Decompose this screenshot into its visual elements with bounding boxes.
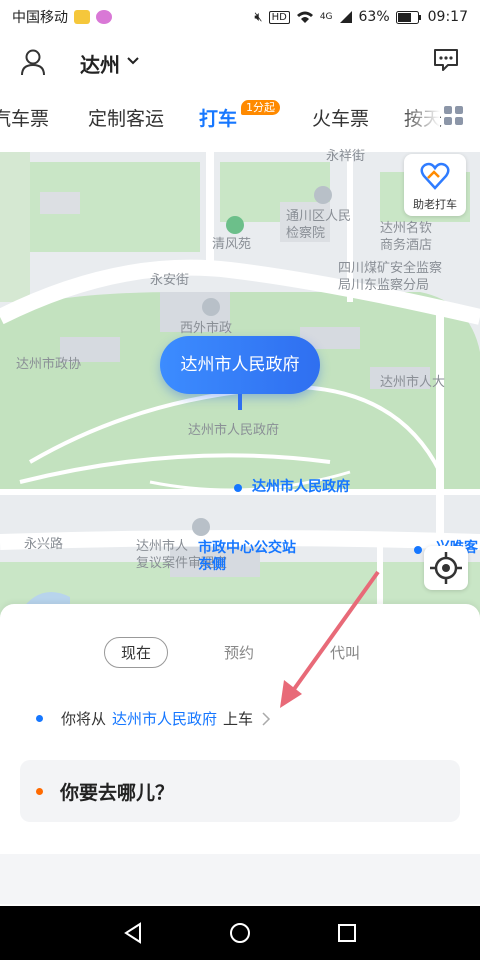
tab-train-ticket[interactable]: 火车票 [312, 104, 369, 131]
map-label-yongxiang: 永祥街 [326, 149, 366, 164]
map-label-hotel: 达州名钦 商务酒店 [380, 221, 433, 253]
network-label: 4G [319, 12, 333, 22]
elder-taxi-label: 助老打车 [413, 198, 457, 211]
chevron-down-icon[interactable] [126, 56, 140, 66]
back-icon[interactable] [122, 922, 144, 944]
notification-icon [74, 10, 90, 24]
poi-marker[interactable] [414, 546, 422, 554]
pickup-suffix: 上车 [223, 710, 254, 728]
tab-fade [400, 90, 440, 142]
booking-sheet: 现在 预约 代叫 你将从 达州市人民政府 上车 你要去哪儿？ [0, 604, 480, 904]
clock: 09:17 [427, 9, 468, 25]
signal-icon [339, 11, 352, 23]
map-label-yongxing: 永兴路 [24, 537, 64, 552]
tab-bus-ticket[interactable]: 汽车票 [0, 104, 49, 131]
status-bar: 中国移动 🔇︎ HD 4G 63% 09:17 [0, 0, 480, 34]
map-label-procuratorate: 通川区人民 检察院 [286, 209, 352, 241]
sheet-bottom-area [0, 854, 480, 904]
pin-stick [238, 394, 242, 410]
map-label-qingfeng: 清风苑 [212, 237, 252, 252]
mode-now[interactable]: 现在 [104, 637, 169, 668]
map-label-zhengxie: 达州市政协 [16, 357, 82, 372]
pickup-row[interactable]: 你将从 达州市人民政府 上车 [36, 708, 271, 729]
building-icon [314, 186, 332, 204]
city-selector[interactable]: 达州 [80, 49, 120, 78]
destination-placeholder: 你要去哪儿？ [60, 782, 175, 804]
app-notification-icon [96, 10, 112, 24]
locate-button[interactable] [424, 546, 468, 590]
map-label-gov: 达州市人民政府 [188, 423, 280, 438]
building-icon [202, 298, 220, 316]
service-tabs: 汽车票 定制客运 打车 火车票 按天 [0, 90, 480, 142]
chevron-right-icon [262, 711, 271, 726]
tab-badge: 1分起 [241, 100, 280, 115]
map-label-yongan: 永安街 [150, 273, 190, 288]
park-icon [226, 216, 244, 234]
home-icon[interactable] [229, 922, 251, 944]
mode-reserve[interactable]: 预约 [224, 642, 254, 663]
app-screen: 中国移动 🔇︎ HD 4G 63% 09:17 达州 汽车票 定制客运 打车 火… [0, 0, 480, 960]
pickup-prefix: 你将从 [61, 710, 107, 728]
elder-taxi-button[interactable]: 助老打车 [404, 154, 466, 216]
system-nav-bar [0, 906, 480, 960]
destination-dot [36, 788, 43, 795]
pickup-location[interactable]: 达州市人民政府 [112, 708, 217, 729]
mode-call-for-others[interactable]: 代叫 [330, 642, 360, 663]
tab-taxi[interactable]: 打车 [199, 104, 237, 131]
mute-icon: 🔇︎ [254, 9, 263, 25]
tab-custom-transit[interactable]: 定制客运 [88, 104, 164, 131]
grid-menu-icon[interactable] [444, 106, 464, 126]
heart-hand-icon [420, 162, 450, 190]
user-icon[interactable] [20, 48, 46, 76]
carrier-label: 中国移动 [12, 10, 68, 26]
map-label-renda: 达州市人大 [380, 375, 446, 390]
map-label-safety: 四川煤矿安全监察 局川东监察分局 [338, 261, 443, 293]
map-label-xiwai: 西外市政 [180, 321, 233, 336]
battery-percent: 63% [358, 9, 390, 25]
hd-label: HD [268, 10, 290, 24]
destination-field[interactable]: 你要去哪儿？ [20, 760, 460, 822]
pickup-dot [36, 715, 43, 722]
status-right: 🔇︎ HD 4G 63% 09:17 [254, 9, 468, 25]
building-icon [192, 518, 210, 536]
pickup-pin-bubble[interactable]: 达州市人民政府 [160, 336, 320, 394]
wifi-icon [296, 11, 313, 23]
crosshair-icon [430, 552, 462, 584]
app-header: 达州 [0, 34, 480, 90]
battery-icon [395, 10, 421, 24]
map-poi-gov[interactable]: 达州市人民政府 [252, 479, 350, 496]
message-icon[interactable] [432, 46, 460, 74]
map-poi-bus-stop[interactable]: 市政中心公交站 东侧 [198, 540, 296, 574]
recents-icon[interactable] [336, 922, 358, 944]
poi-marker[interactable] [234, 484, 242, 492]
